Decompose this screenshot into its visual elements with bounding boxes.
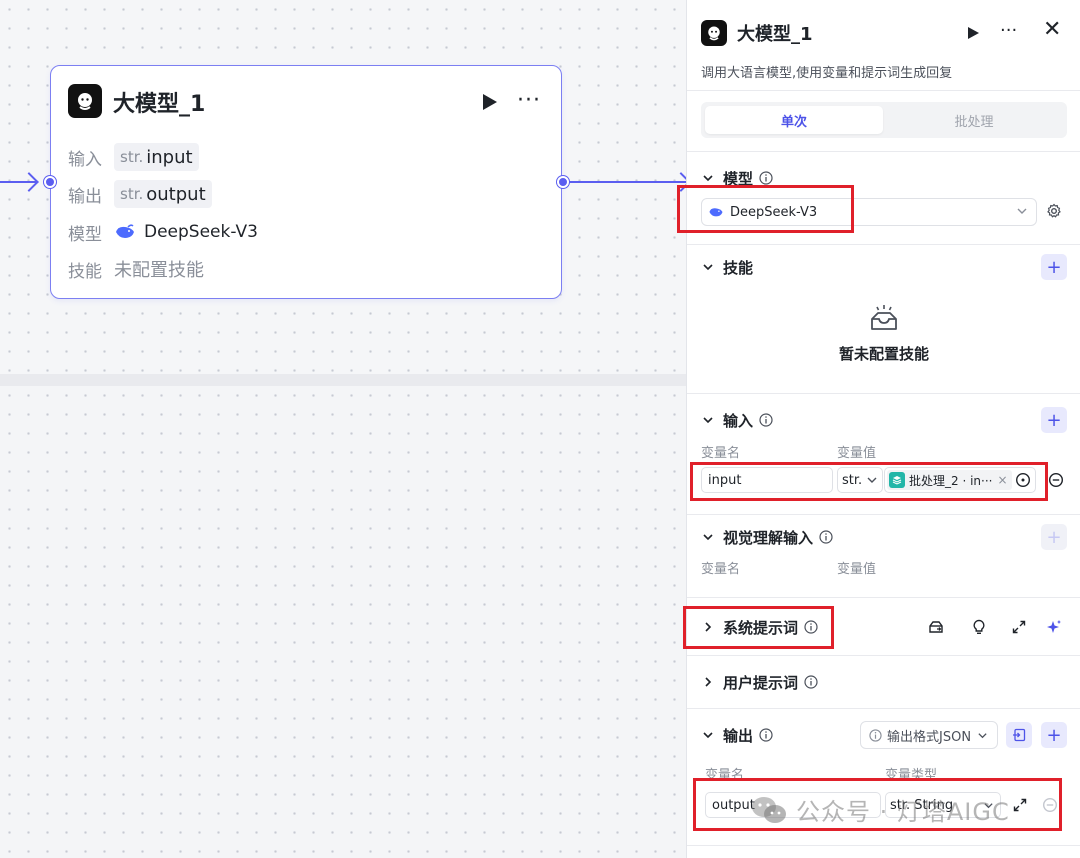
divider bbox=[687, 708, 1080, 709]
info-icon[interactable] bbox=[759, 413, 773, 427]
panel-node-logo bbox=[701, 20, 727, 46]
chevron-right-icon bbox=[701, 675, 715, 689]
gear-icon[interactable] bbox=[1046, 203, 1062, 219]
run-mode-tabs: 单次 批处理 bbox=[701, 102, 1067, 138]
divider bbox=[687, 845, 1080, 846]
divider bbox=[687, 244, 1080, 245]
skill-section-title: 技能 bbox=[723, 258, 754, 277]
workflow-canvas-lower[interactable] bbox=[0, 386, 686, 858]
watermark: 公众号 · 灯塔AIGC bbox=[750, 792, 1010, 827]
vision-col-name-label: 变量名 bbox=[701, 562, 741, 577]
node-skill-value: 未配置技能 bbox=[114, 260, 204, 281]
chevron-down-icon bbox=[701, 260, 715, 274]
input-col-value-label: 变量值 bbox=[837, 446, 877, 461]
node-input-port[interactable] bbox=[44, 176, 56, 188]
divider bbox=[687, 151, 1080, 152]
node-output-type: str. bbox=[120, 185, 144, 203]
vision-col-value-label: 变量值 bbox=[837, 562, 877, 577]
add-skill-button[interactable]: + bbox=[1041, 254, 1067, 280]
node-output-tag: str. output bbox=[114, 180, 212, 208]
info-icon[interactable] bbox=[759, 728, 773, 742]
more-icon[interactable]: ··· bbox=[1000, 20, 1017, 41]
chevron-down-icon bbox=[1017, 208, 1027, 214]
deepseek-whale-icon bbox=[116, 224, 134, 238]
node-output-row: 输出 str. output bbox=[68, 179, 212, 209]
divider bbox=[687, 597, 1080, 598]
sparkle-icon[interactable] bbox=[1044, 617, 1064, 637]
node-input-label: 输入 bbox=[68, 149, 102, 170]
input-col-name-label: 变量名 bbox=[701, 446, 741, 461]
node-model-label: 模型 bbox=[68, 224, 102, 245]
llm-node-card[interactable]: 大模型_1 ··· 输入 str. input 输出 str. output 模… bbox=[50, 65, 562, 299]
more-icon[interactable]: ··· bbox=[517, 88, 541, 113]
divider bbox=[687, 514, 1080, 515]
vision-section-title: 视觉理解输入 bbox=[723, 528, 814, 547]
output-section-title: 输出 bbox=[723, 726, 754, 745]
play-icon[interactable] bbox=[483, 94, 497, 110]
node-skill-row: 技能 未配置技能 bbox=[68, 254, 204, 284]
node-input-row: 输入 str. input bbox=[68, 142, 199, 172]
node-title: 大模型_1 bbox=[113, 92, 206, 117]
empty-box-icon bbox=[871, 305, 897, 330]
info-icon bbox=[869, 728, 882, 742]
highlight-model bbox=[677, 185, 854, 233]
node-output-port[interactable] bbox=[557, 176, 569, 188]
node-config-panel: 大模型_1 ··· ✕ 调用大语言模型,使用变量和提示词生成回复 单次 批处理 … bbox=[686, 0, 1080, 858]
close-icon[interactable]: ✕ bbox=[1043, 17, 1061, 42]
prompt-library-icon[interactable] bbox=[926, 617, 946, 637]
play-icon[interactable] bbox=[968, 27, 979, 39]
chevron-down-icon bbox=[701, 530, 715, 544]
skill-section-header[interactable]: 技能 bbox=[701, 255, 753, 279]
highlight-system-prompt bbox=[683, 606, 834, 649]
output-format-select[interactable]: 输出格式JSON bbox=[860, 721, 998, 749]
tab-single[interactable]: 单次 bbox=[705, 106, 883, 134]
info-icon[interactable] bbox=[819, 530, 833, 544]
chevron-down-icon bbox=[701, 728, 715, 742]
output-format-label: 输出格式JSON bbox=[887, 729, 972, 745]
chevron-down-icon bbox=[701, 171, 715, 185]
info-icon[interactable] bbox=[759, 171, 773, 185]
chevron-down-icon bbox=[978, 732, 987, 738]
add-output-button[interactable]: + bbox=[1041, 722, 1067, 748]
minus-circle-icon[interactable] bbox=[1048, 472, 1064, 488]
node-input-tag: str. input bbox=[114, 143, 199, 171]
divider bbox=[687, 655, 1080, 656]
llm-node-logo bbox=[68, 84, 102, 118]
node-model-name: DeepSeek-V3 bbox=[144, 222, 258, 242]
wechat-icon bbox=[752, 796, 786, 823]
highlight-input-row bbox=[690, 462, 1048, 501]
input-section-title: 输入 bbox=[723, 411, 754, 430]
chevron-down-icon bbox=[701, 413, 715, 427]
node-skill-label: 技能 bbox=[68, 261, 102, 282]
vision-section-header[interactable]: 视觉理解输入 bbox=[701, 525, 833, 549]
panel-description: 调用大语言模型,使用变量和提示词生成回复 bbox=[701, 66, 953, 81]
input-section-header[interactable]: 输入 bbox=[701, 408, 773, 432]
add-input-button[interactable]: + bbox=[1041, 407, 1067, 433]
bulb-icon[interactable] bbox=[969, 617, 989, 637]
add-vision-input-button[interactable]: + bbox=[1041, 524, 1067, 550]
node-input-type: str. bbox=[120, 148, 144, 166]
divider bbox=[687, 393, 1080, 394]
node-input-name: input bbox=[146, 146, 193, 168]
divider bbox=[687, 90, 1080, 91]
node-model-row: 模型 DeepSeek-V3 bbox=[68, 217, 258, 247]
info-icon[interactable] bbox=[804, 675, 818, 689]
user-prompt-header[interactable]: 用户提示词 bbox=[701, 670, 818, 694]
tab-batch[interactable]: 批处理 bbox=[885, 106, 1063, 134]
user-prompt-title: 用户提示词 bbox=[723, 673, 799, 692]
output-section-header[interactable]: 输出 bbox=[701, 723, 773, 747]
watermark-text: 公众号 · 灯塔AIGC bbox=[796, 798, 1010, 826]
node-output-label: 输出 bbox=[68, 186, 102, 207]
import-output-button[interactable] bbox=[1006, 722, 1032, 748]
node-output-name: output bbox=[146, 183, 206, 205]
skill-empty-text: 暂未配置技能 bbox=[838, 345, 929, 363]
canvas-divider bbox=[0, 374, 686, 386]
outgoing-edge[interactable] bbox=[568, 181, 686, 183]
panel-title[interactable]: 大模型_1 bbox=[737, 20, 813, 46]
expand-icon[interactable] bbox=[1009, 617, 1029, 637]
